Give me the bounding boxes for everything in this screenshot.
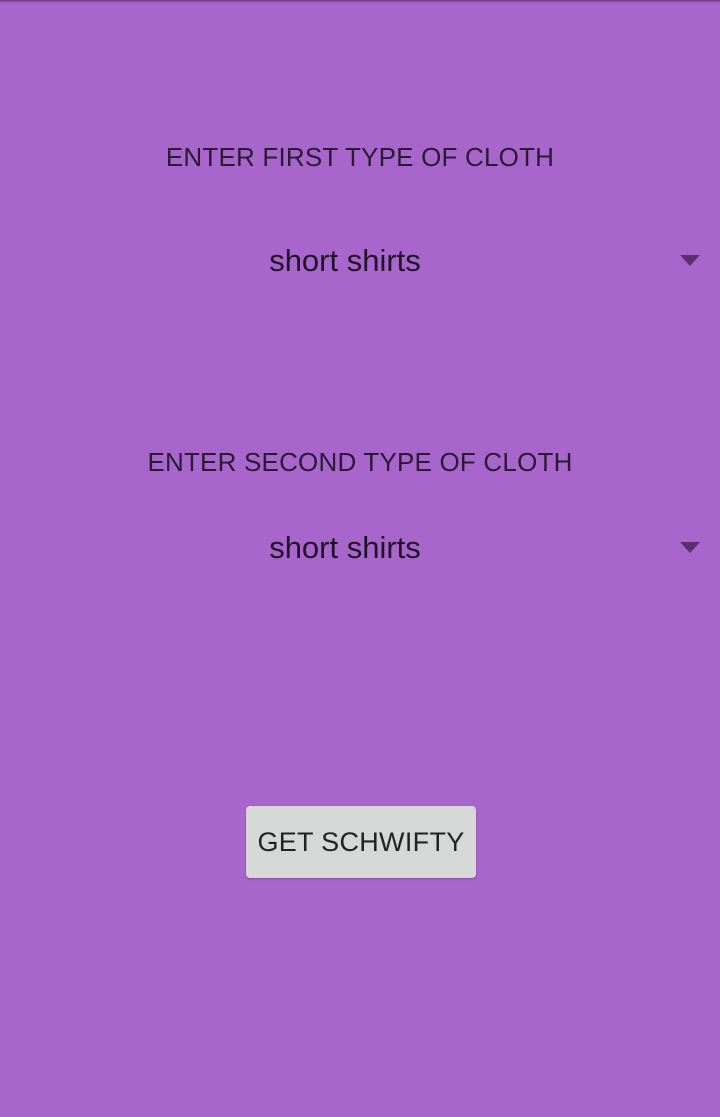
top-shadow <box>0 0 720 3</box>
second-cloth-label: ENTER SECOND TYPE OF CLOTH <box>147 447 573 477</box>
first-cloth-label: ENTER FIRST TYPE OF CLOTH <box>165 142 555 172</box>
second-cloth-spinner[interactable]: short shirts <box>0 516 720 580</box>
first-cloth-spinner[interactable]: short shirts <box>0 229 720 293</box>
dropdown-arrow-icon <box>680 255 700 266</box>
get-schwifty-button[interactable]: GET SCHWIFTY <box>246 806 476 878</box>
second-cloth-selected-value: short shirts <box>269 530 421 565</box>
first-cloth-selected-value: short shirts <box>269 243 421 278</box>
dropdown-arrow-icon <box>680 542 700 553</box>
